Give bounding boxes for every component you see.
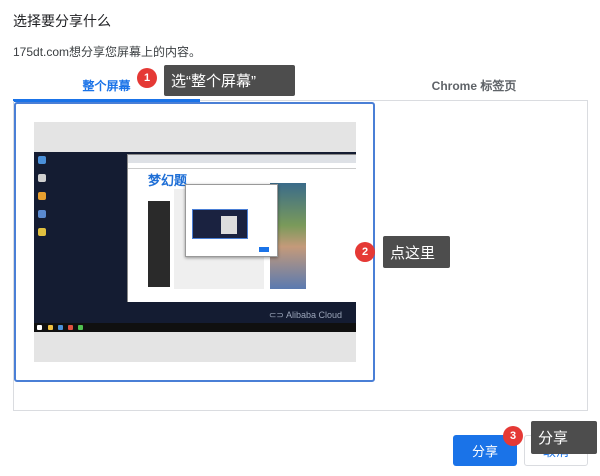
desktop-icon	[38, 174, 46, 182]
desktop-icon	[38, 156, 46, 164]
preview-page-title: 梦幻题	[148, 173, 188, 188]
thumbnail-background: 梦幻题 ⊂⊃ Alibaba Cloud	[34, 122, 356, 362]
step-3-badge: 3	[503, 426, 523, 446]
alibaba-cloud-brand: ⊂⊃ Alibaba Cloud	[269, 310, 342, 321]
preview-sidebar	[148, 201, 170, 287]
nested-share-dialog-preview	[185, 184, 278, 257]
dialog-subtitle: 175dt.com想分享您屏幕上的内容。	[13, 45, 202, 59]
brand-text: Alibaba Cloud	[285, 310, 342, 320]
step-1-badge: 1	[137, 68, 157, 88]
step-3-tooltip: 分享	[531, 421, 597, 454]
step-2-badge: 2	[355, 242, 375, 262]
nested-screen-thumbnail	[192, 209, 248, 239]
taskbar-icon	[58, 325, 63, 330]
nested-window	[221, 216, 237, 234]
dialog-title: 选择要分享什么	[13, 13, 111, 29]
tab-chrome-tab[interactable]: Chrome 标签页	[360, 70, 588, 101]
desktop-preview: 梦幻题 ⊂⊃ Alibaba Cloud	[34, 152, 356, 332]
taskbar-icon	[48, 325, 53, 330]
nested-share-button	[259, 247, 269, 252]
taskbar-icon	[78, 325, 83, 330]
taskbar-icon	[68, 325, 73, 330]
step-2-tooltip: 点这里	[383, 236, 450, 268]
desktop-icon	[38, 210, 46, 218]
browser-window-preview: 梦幻题	[127, 154, 356, 302]
desktop-icon	[38, 192, 46, 200]
start-icon	[37, 325, 42, 330]
browser-tab-strip	[128, 155, 356, 163]
tab-bar: 整个屏幕 窗口 Chrome 标签页	[13, 70, 588, 102]
desktop-icon	[38, 228, 46, 236]
taskbar	[34, 323, 356, 332]
alibaba-cloud-logo-icon: ⊂⊃	[268, 310, 286, 320]
web-page-preview: 梦幻题	[128, 169, 356, 302]
step-1-tooltip: 选“整个屏幕”	[164, 65, 295, 96]
screen-source-thumbnail[interactable]: 梦幻题 ⊂⊃ Alibaba Cloud	[14, 102, 375, 382]
